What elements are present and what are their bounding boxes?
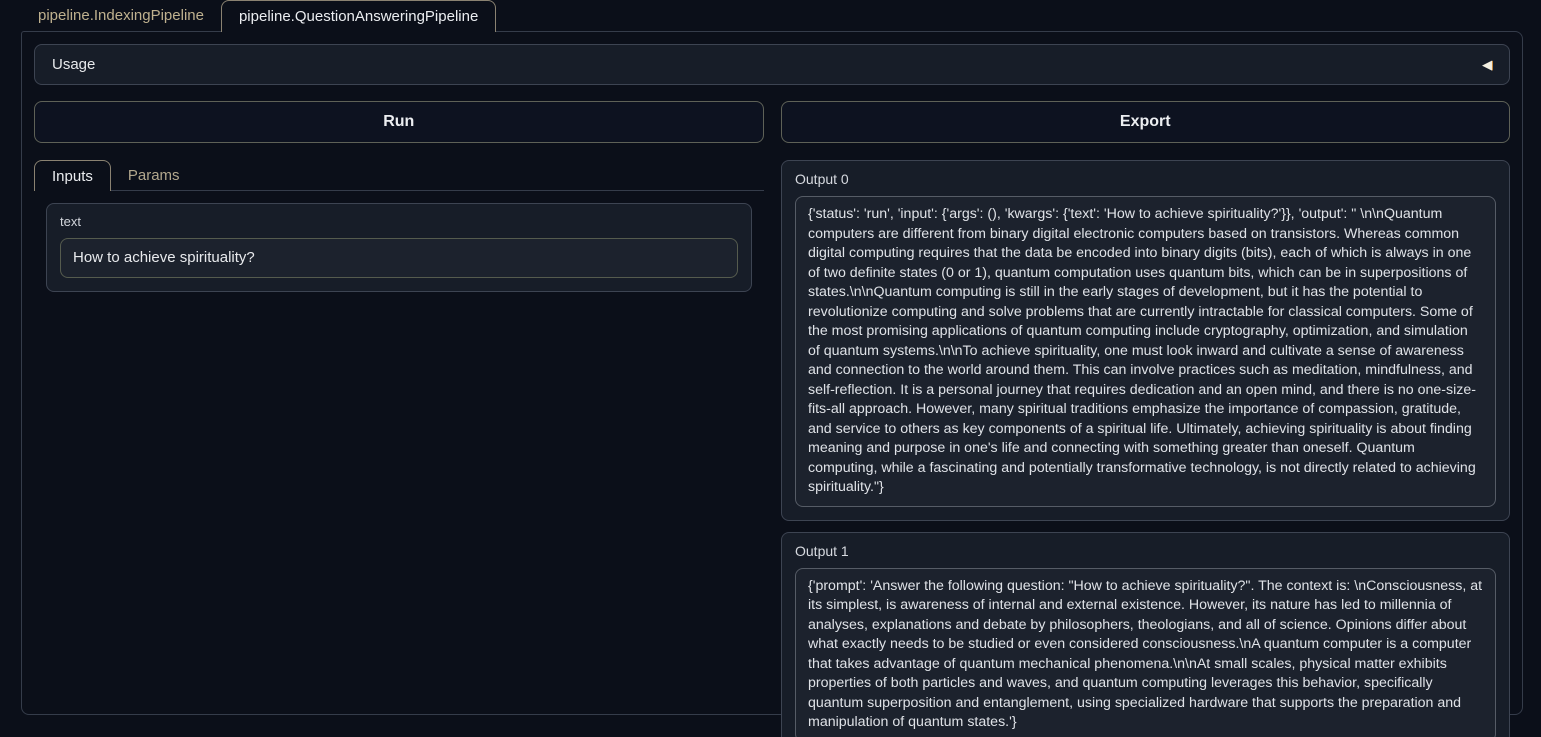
tab-inputs[interactable]: Inputs — [34, 160, 111, 191]
inputs-tab-panel: text How to achieve spirituality? — [34, 191, 764, 304]
text-input-label: text — [60, 214, 738, 229]
text-input-block: text How to achieve spirituality? — [46, 203, 752, 292]
output-1-block: Output 1 {'prompt': 'Answer the followin… — [781, 532, 1510, 737]
output-1-textbox[interactable]: {'prompt': 'Answer the following questio… — [795, 568, 1496, 737]
inputs-column: Inputs Params text How to achieve spirit… — [34, 160, 764, 304]
usage-accordion[interactable]: Usage ◀ — [34, 44, 1510, 85]
content-columns: Inputs Params text How to achieve spirit… — [34, 160, 1510, 737]
export-button[interactable]: Export — [781, 101, 1511, 143]
inputs-tab-bar: Inputs Params — [34, 160, 764, 191]
pipeline-tab-panel: Usage ◀ Run Export Inputs Params text Ho… — [21, 31, 1523, 715]
tab-indexing-pipeline[interactable]: pipeline.IndexingPipeline — [21, 0, 221, 31]
text-input-field[interactable]: How to achieve spirituality? — [60, 238, 738, 278]
output-0-label: Output 0 — [795, 171, 1496, 187]
output-1-label: Output 1 — [795, 543, 1496, 559]
output-0-block: Output 0 {'status': 'run', 'input': {'ar… — [781, 160, 1510, 521]
tab-params[interactable]: Params — [111, 160, 197, 190]
outputs-column: Output 0 {'status': 'run', 'input': {'ar… — [781, 160, 1510, 737]
tab-question-answering-pipeline[interactable]: pipeline.QuestionAnsweringPipeline — [221, 0, 496, 32]
run-button[interactable]: Run — [34, 101, 764, 143]
usage-accordion-label: Usage — [52, 56, 95, 73]
pipeline-tab-bar: pipeline.IndexingPipeline pipeline.Quest… — [21, 0, 1541, 31]
action-button-row: Run Export — [34, 101, 1510, 143]
accordion-collapse-icon[interactable]: ◀ — [1482, 57, 1492, 73]
output-0-textbox[interactable]: {'status': 'run', 'input': {'args': (), … — [795, 196, 1496, 507]
